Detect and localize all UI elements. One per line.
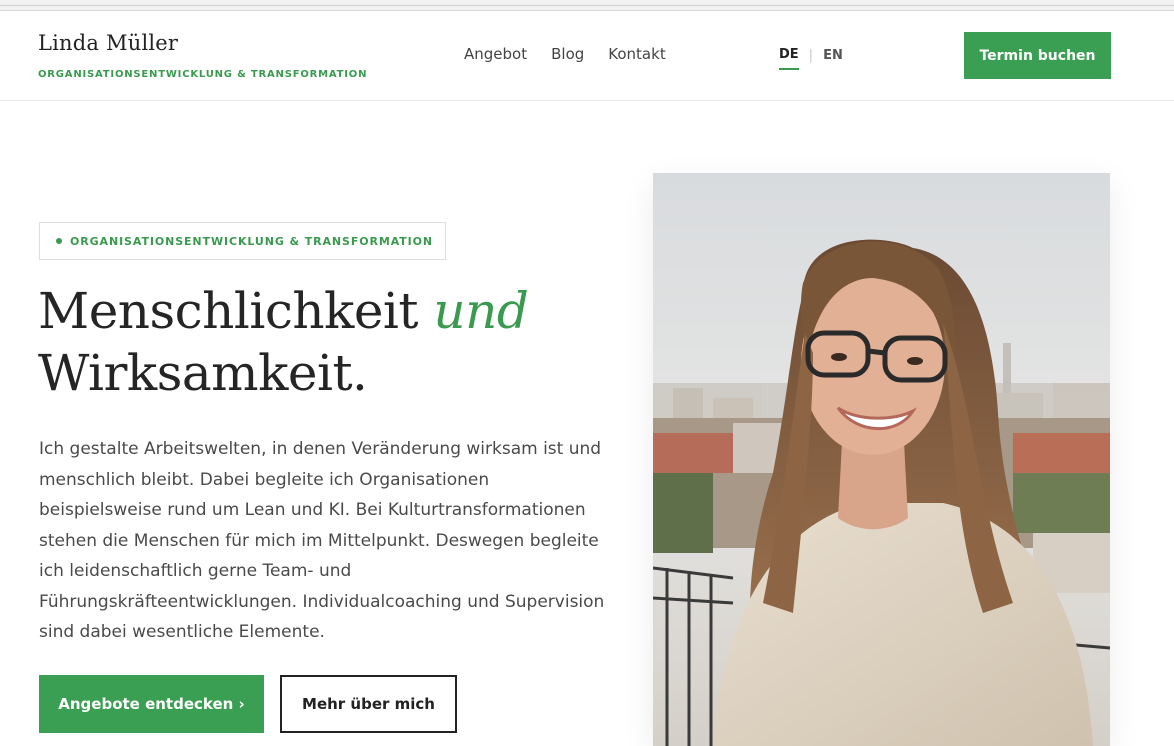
- discover-offers-button[interactable]: Angebote entdecken ›: [39, 675, 264, 733]
- language-switcher: DE | EN: [779, 47, 843, 70]
- brand-tagline: ORGANISATIONSENTWICKLUNG & TRANSFORMATIO…: [38, 69, 368, 80]
- lang-en-link[interactable]: EN: [823, 48, 843, 69]
- about-me-button[interactable]: Mehr über mich: [280, 675, 457, 733]
- hero-title-part2: Wirksamkeit.: [38, 344, 368, 402]
- nav-link-blog[interactable]: Blog: [551, 45, 584, 63]
- hero-title: Menschlichkeit und Wirksamkeit.: [38, 280, 529, 404]
- nav-link-angebot[interactable]: Angebot: [464, 45, 527, 63]
- lang-de-link[interactable]: DE: [779, 47, 799, 70]
- nav-link-kontakt[interactable]: Kontakt: [608, 45, 665, 63]
- site-header: Linda Müller ORGANISATIONSENTWICKLUNG & …: [0, 11, 1174, 101]
- hero-title-part1: Menschlichkeit: [38, 282, 419, 340]
- portrait-illustration: [653, 173, 1110, 746]
- hero-paragraph: Ich gestalte Arbeitswelten, in denen Ver…: [39, 439, 605, 642]
- main-navigation: Angebot Blog Kontakt: [464, 45, 666, 63]
- hero-badge: ORGANISATIONSENTWICKLUNG & TRANSFORMATIO…: [39, 222, 446, 260]
- badge-dot-icon: [56, 238, 62, 244]
- hero-title-accent: und: [433, 282, 529, 340]
- brand-name[interactable]: Linda Müller: [38, 31, 178, 55]
- portrait-photo: [653, 173, 1110, 746]
- lang-separator: |: [808, 48, 814, 63]
- book-appointment-button[interactable]: Termin buchen: [964, 32, 1111, 79]
- browser-top-border: [0, 0, 1174, 11]
- hero-badge-text: ORGANISATIONSENTWICKLUNG & TRANSFORMATIO…: [70, 234, 434, 248]
